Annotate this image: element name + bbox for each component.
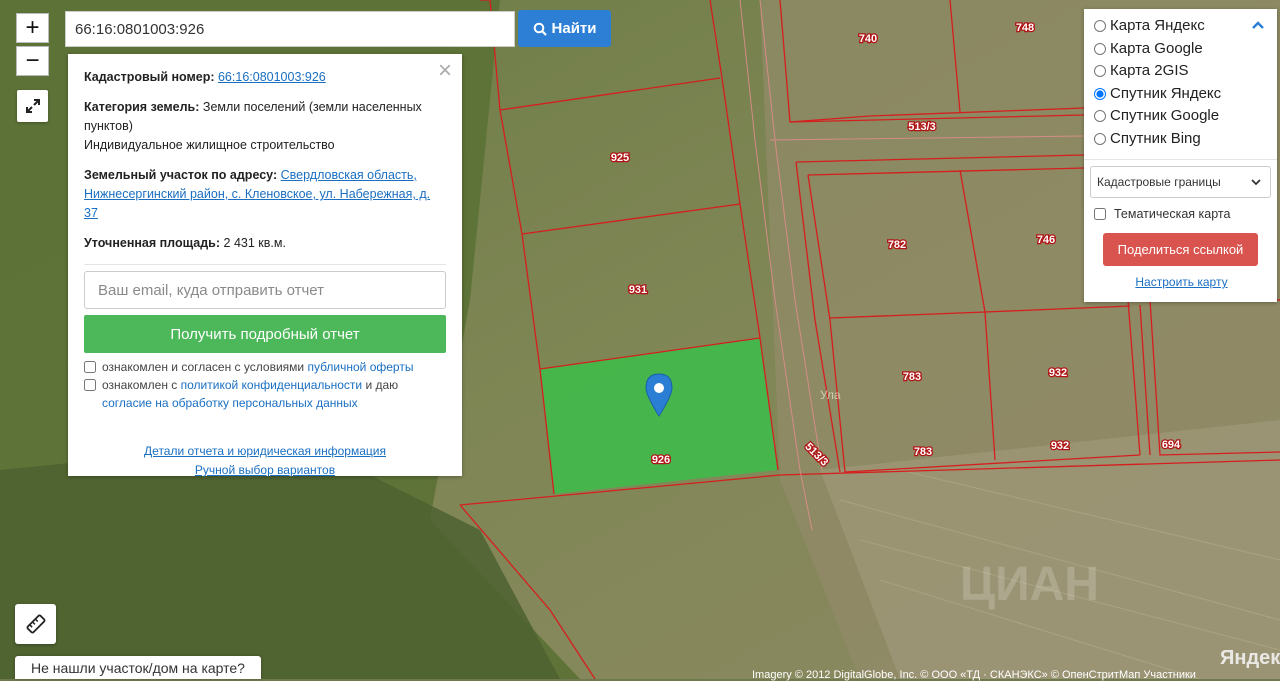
expand-icon xyxy=(25,99,40,113)
layer-option-bing-satellite[interactable]: Спутник Bing xyxy=(1094,128,1269,151)
parcel-info-panel: × Кадастровый номер: 66:16:0801003:926 К… xyxy=(68,54,462,477)
privacy-consent-text: ознакомлен с политикой конфиденциальност… xyxy=(102,376,446,412)
parcel-label: 783 xyxy=(914,446,932,458)
privacy-consent-row: ознакомлен с политикой конфиденциальност… xyxy=(84,376,446,412)
parcel-label: 746 xyxy=(1037,234,1055,246)
layer-radio[interactable] xyxy=(1094,42,1106,55)
cad-number-label: Кадастровый номер: xyxy=(84,70,215,84)
category-label: Категория земель: xyxy=(84,100,200,114)
parcel-label: 513/3 xyxy=(908,121,936,133)
layer-option-google-satellite[interactable]: Спутник Google xyxy=(1094,105,1269,128)
area-value: 2 431 кв.м. xyxy=(223,236,286,250)
zoom-in-button[interactable]: + xyxy=(16,13,49,43)
layer-label: Спутник Яндекс xyxy=(1110,84,1222,102)
layers-panel: Карта Яндекс Карта Google Карта 2GIS Спу… xyxy=(1084,9,1277,302)
parcel-label: 932 xyxy=(1049,367,1067,379)
layer-label: Карта Яндекс xyxy=(1110,17,1205,34)
layer-option-2gis-map[interactable]: Карта 2GIS xyxy=(1094,60,1269,83)
layer-radio[interactable] xyxy=(1094,20,1106,33)
parcel-label: 931 xyxy=(629,284,647,296)
street-label: Ула xyxy=(820,388,841,402)
layer-radio[interactable] xyxy=(1094,110,1106,123)
privacy-text-b: и даю xyxy=(365,378,399,392)
thematic-checkbox[interactable] xyxy=(1094,208,1106,220)
zoom-out-button[interactable]: − xyxy=(16,46,49,76)
divider xyxy=(84,264,446,265)
layer-label: Спутник Bing xyxy=(1110,129,1201,147)
offer-text: ознакомлен и согласен с условиями xyxy=(102,360,305,374)
email-field[interactable] xyxy=(84,271,446,309)
overlay-select[interactable]: Кадастровые границы xyxy=(1090,166,1271,198)
overlay-select-value: Кадастровые границы xyxy=(1097,175,1221,189)
search-button[interactable]: Найти xyxy=(518,10,611,47)
offer-consent-row: ознакомлен и согласен с условиями публич… xyxy=(84,358,446,376)
measure-button[interactable] xyxy=(15,604,56,644)
address-row: Земельный участок по адресу: Свердловска… xyxy=(84,166,446,223)
privacy-policy-link[interactable]: политикой конфиденциальности xyxy=(181,378,362,392)
thematic-map-toggle[interactable]: Тематическая карта xyxy=(1094,207,1269,221)
parcel-label: 748 xyxy=(1016,22,1034,34)
offer-checkbox[interactable] xyxy=(84,361,96,373)
parcel-label: 925 xyxy=(611,152,629,164)
search-icon xyxy=(533,22,547,36)
fullscreen-button[interactable] xyxy=(17,90,48,122)
layer-radio[interactable] xyxy=(1094,65,1106,78)
map-copyright: Imagery © 2012 DigitalGlobe, Inc. © ООО … xyxy=(752,669,1196,681)
get-report-button[interactable]: Получить подробный отчет xyxy=(84,315,446,353)
public-offer-link[interactable]: публичной оферты xyxy=(307,360,413,374)
area-row: Уточненная площадь: 2 431 кв.м. xyxy=(84,234,446,253)
address-label: Земельный участок по адресу: xyxy=(84,168,278,182)
parcel-label: 694 xyxy=(1162,439,1181,451)
watermark: ЦИАН xyxy=(960,558,1099,611)
parcel-label: 932 xyxy=(1051,440,1069,452)
category-row: Категория земель: Земли поселений (земли… xyxy=(84,98,446,136)
layer-label: Карта 2GIS xyxy=(1110,62,1189,79)
layer-label: Карта Google xyxy=(1110,39,1203,57)
share-link-button[interactable]: Поделиться ссылкой xyxy=(1103,233,1258,266)
chevron-up-icon[interactable] xyxy=(1251,17,1265,33)
layer-label: Спутник Google xyxy=(1110,107,1220,124)
report-links: Детали отчета и юридическая информация Р… xyxy=(84,442,446,480)
usage-value: Индивидуальное жилищное строительство xyxy=(84,138,335,152)
chevron-down-icon xyxy=(1251,179,1261,186)
report-details-link[interactable]: Детали отчета и юридическая информация xyxy=(144,444,386,458)
parcel-label: 740 xyxy=(859,33,877,45)
cad-number-link[interactable]: 66:16:0801003:926 xyxy=(218,70,326,84)
parcel-label: 926 xyxy=(652,454,670,466)
privacy-checkbox[interactable] xyxy=(84,379,96,391)
yandex-logo: Яндекс xyxy=(1220,647,1280,669)
search-input[interactable] xyxy=(65,11,515,47)
manual-select-link[interactable]: Ручной выбор вариантов xyxy=(195,463,335,477)
area-label: Уточненная площадь: xyxy=(84,236,221,250)
not-found-button[interactable]: Не нашли участок/дом на карте? xyxy=(15,656,261,679)
layer-option-yandex-map[interactable]: Карта Яндекс xyxy=(1094,15,1269,38)
layer-radio[interactable] xyxy=(1094,132,1106,145)
configure-map-link[interactable]: Настроить карту xyxy=(1135,275,1227,289)
close-icon[interactable]: × xyxy=(438,58,452,84)
parcel-label: 783 xyxy=(903,371,921,383)
cad-number-row: Кадастровый номер: 66:16:0801003:926 xyxy=(84,68,446,87)
layer-radio[interactable] xyxy=(1094,87,1106,100)
layer-option-google-map[interactable]: Карта Google xyxy=(1094,38,1269,61)
search-button-label: Найти xyxy=(551,20,597,37)
ruler-icon xyxy=(26,614,45,634)
parcel-label: 782 xyxy=(888,239,906,251)
offer-consent-text: ознакомлен и согласен с условиями публич… xyxy=(102,358,413,376)
thematic-label: Тематическая карта xyxy=(1114,207,1231,221)
personal-data-link[interactable]: согласие на обработку персональных данны… xyxy=(102,396,358,410)
layer-option-yandex-satellite[interactable]: Спутник Яндекс xyxy=(1094,83,1269,106)
privacy-text-a: ознакомлен с xyxy=(102,378,178,392)
divider xyxy=(1084,159,1277,160)
